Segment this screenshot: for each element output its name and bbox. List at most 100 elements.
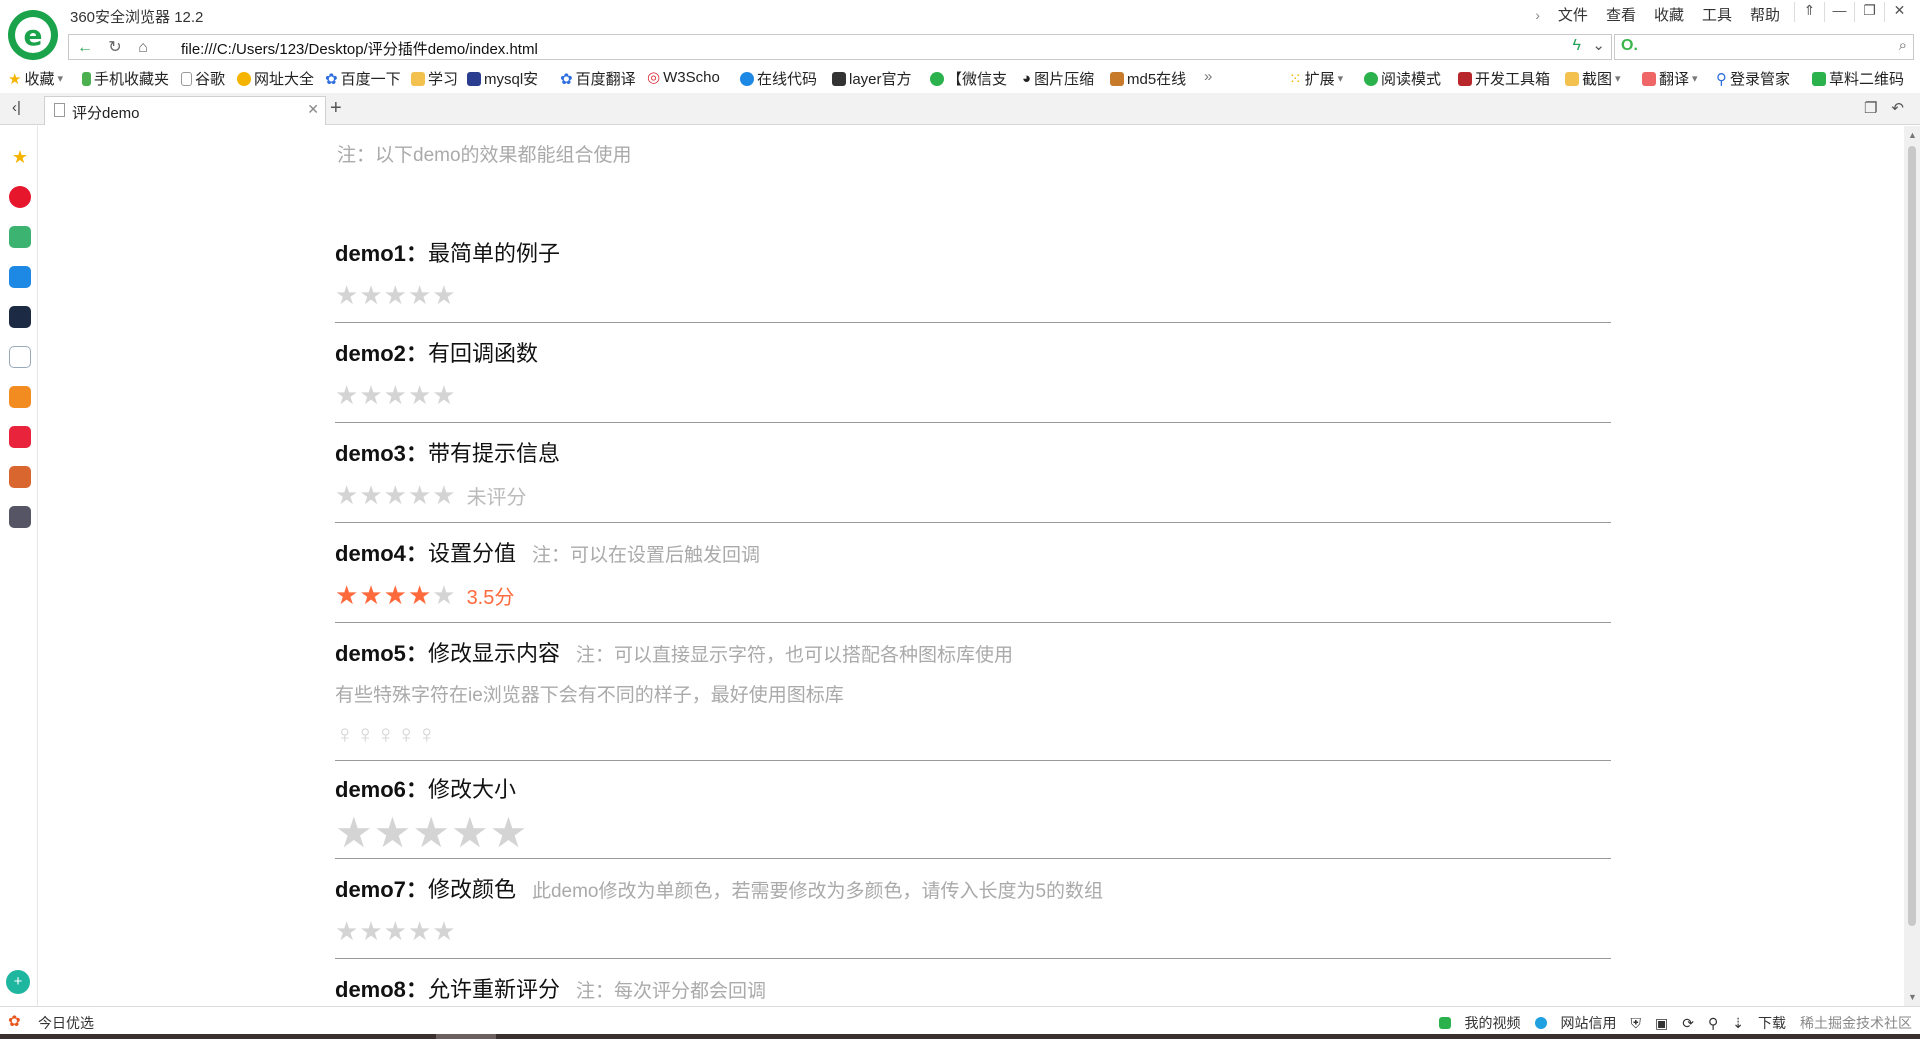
rating-star[interactable]: ★	[408, 480, 431, 510]
rating-star[interactable]: ★	[335, 280, 358, 310]
rating-star[interactable]: ★	[384, 280, 407, 310]
rating-star[interactable]: ★	[412, 810, 450, 856]
menu-view[interactable]: 查看	[1606, 4, 1636, 25]
search-icon[interactable]: ⌕	[1899, 37, 1907, 54]
game-icon[interactable]	[9, 466, 31, 488]
rating-star[interactable]: ★	[335, 480, 358, 510]
scroll-up-icon[interactable]: ▲	[1908, 130, 1917, 140]
rating-star[interactable]: ★	[432, 580, 455, 610]
bookmark-google[interactable]: 谷歌	[181, 68, 225, 89]
female-symbol[interactable]: ♀	[356, 719, 376, 749]
rating-star[interactable]: ★	[359, 380, 382, 410]
login-manager-button[interactable]: ⚲ 登录管家	[1716, 68, 1790, 89]
doc-icon[interactable]	[9, 346, 31, 368]
gift-icon[interactable]: ✿	[8, 1012, 21, 1030]
rating-star-filled[interactable]: ★	[335, 580, 358, 610]
new-tab-button[interactable]: +	[330, 97, 342, 120]
novel-icon[interactable]	[9, 386, 31, 408]
rating-stars[interactable]: ★ ★ ★ ★ ★	[335, 280, 1611, 310]
rating-star[interactable]: ★	[432, 480, 455, 510]
rating-stars-large[interactable]: ★ ★ ★ ★ ★	[335, 810, 1611, 856]
refresh-icon[interactable]: ⟳	[1682, 1015, 1694, 1032]
menu-tools[interactable]: 工具	[1702, 4, 1732, 25]
search-engine-icon[interactable]: O.	[1621, 37, 1638, 55]
pin-icon[interactable]: ⇑	[1794, 2, 1824, 22]
bookmark-hao[interactable]: 网址大全	[237, 68, 314, 89]
rating-star[interactable]: ★	[490, 810, 528, 856]
bookmark-w3school[interactable]: ◎ W3Scho	[647, 68, 720, 87]
back-arrow-icon[interactable]: ←	[73, 38, 97, 58]
devtools-button[interactable]: 开发工具箱	[1458, 68, 1550, 89]
chevron-down-icon[interactable]: ⌄	[1592, 36, 1605, 54]
download-icon[interactable]: ⇣	[1732, 1015, 1744, 1032]
rating-stars[interactable]: ★ ★ ★ ★ ★ 未评分	[335, 480, 1611, 510]
rating-star[interactable]: ★	[432, 380, 455, 410]
tab-rating-demo[interactable]: 评分demo ✕	[44, 96, 326, 125]
bookmark-favorites[interactable]: ★ 收藏 ▾	[8, 68, 63, 89]
vertical-scrollbar[interactable]: ▲ ▼	[1904, 126, 1920, 1006]
site-credit[interactable]: 网站信用	[1561, 1013, 1617, 1033]
rating-star[interactable]: ★	[384, 916, 407, 946]
p-app-icon[interactable]	[9, 266, 31, 288]
rating-star[interactable]: ★	[359, 280, 382, 310]
scroll-thumb[interactable]	[1908, 146, 1916, 926]
shield-icon[interactable]: ⛨	[1631, 1015, 1642, 1032]
rating-star[interactable]: ★	[384, 380, 407, 410]
browser-logo[interactable]: e	[8, 10, 58, 60]
pin-icon[interactable]: ⚲	[1708, 1015, 1718, 1032]
rating-star[interactable]: ★	[335, 380, 358, 410]
bookmark-mobile[interactable]: 手机收藏夹	[82, 68, 169, 89]
game2-icon[interactable]	[9, 506, 31, 528]
female-symbol[interactable]: ♀	[397, 719, 417, 749]
minimize-icon[interactable]: —	[1824, 2, 1854, 22]
menu-help[interactable]: 帮助	[1750, 4, 1780, 25]
menu-file[interactable]: 文件	[1558, 4, 1588, 25]
rating-star[interactable]: ★	[359, 480, 382, 510]
rating-stars[interactable]: ★ ★ ★ ★ ★	[335, 916, 1611, 946]
news-icon[interactable]	[9, 306, 31, 328]
bookmark-md5[interactable]: md5在线	[1110, 68, 1186, 89]
bookmark-study[interactable]: 学习	[411, 68, 458, 89]
my-videos[interactable]: 我的视频	[1465, 1013, 1521, 1033]
female-symbol[interactable]: ♀	[417, 719, 437, 749]
rating-star[interactable]: ★	[335, 916, 358, 946]
close-icon[interactable]: ✕	[1884, 2, 1914, 22]
bookmark-layer[interactable]: layer官方	[832, 68, 912, 89]
bookmark-fanyi[interactable]: ✿ 百度翻译	[560, 68, 636, 89]
rating-stars[interactable]: ★ ★ ★ ★ ★	[335, 380, 1611, 410]
search-box[interactable]: O. ⌕	[1614, 34, 1914, 60]
weibo-icon[interactable]	[9, 186, 31, 208]
rating-star[interactable]: ★	[408, 380, 431, 410]
bookmark-img-compress[interactable]: ◕ 图片压缩	[1022, 68, 1094, 89]
home-icon[interactable]: ⌂	[131, 38, 155, 58]
female-symbol[interactable]: ♀	[335, 719, 355, 749]
lightning-icon[interactable]: ϟ	[1573, 37, 1581, 55]
ext-button[interactable]: ⁙ 扩展 ▾	[1289, 68, 1343, 89]
reload-icon[interactable]: ↻	[103, 38, 127, 58]
rating-stars[interactable]: ★ ★ ★ ★ ★ 3.5分	[335, 580, 1611, 610]
rating-star[interactable]: ★	[408, 280, 431, 310]
rating-star[interactable]: ★	[359, 916, 382, 946]
sidebar-toggle-icon[interactable]: ‹|	[12, 99, 21, 116]
address-bar[interactable]: ← ↻ ⌂ file:///C:/Users/123/Desktop/评分插件d…	[68, 34, 1612, 60]
favorites-star-icon[interactable]: ★	[9, 146, 31, 168]
rating-star[interactable]: ★	[374, 810, 412, 856]
rating-star[interactable]: ★	[432, 280, 455, 310]
rating-star-filled[interactable]: ★	[408, 580, 431, 610]
bookmark-mysql[interactable]: mysql安	[467, 68, 538, 89]
rating-star[interactable]: ★	[451, 810, 489, 856]
undo-close-icon[interactable]: ↶	[1891, 99, 1904, 117]
bookmark-wechat[interactable]: 【微信支	[930, 68, 1007, 89]
rating-star-filled[interactable]: ★	[384, 580, 407, 610]
rating-star[interactable]: ★	[432, 916, 455, 946]
today-picks[interactable]: 今日优选	[38, 1013, 94, 1033]
bookmark-online-code[interactable]: 在线代码	[740, 68, 817, 89]
translate-button[interactable]: 翻译 ▾	[1642, 68, 1698, 89]
screenshot-button[interactable]: 截图 ▾	[1565, 68, 1621, 89]
bookmarks-more[interactable]: »	[1204, 68, 1212, 85]
rating-star-filled[interactable]: ★	[359, 580, 382, 610]
video-icon[interactable]	[9, 426, 31, 448]
bookmark-baidu[interactable]: ✿ 百度一下	[325, 68, 401, 89]
downloads[interactable]: 下载	[1758, 1013, 1786, 1033]
qrcode-button[interactable]: 草料二维码	[1812, 68, 1904, 89]
